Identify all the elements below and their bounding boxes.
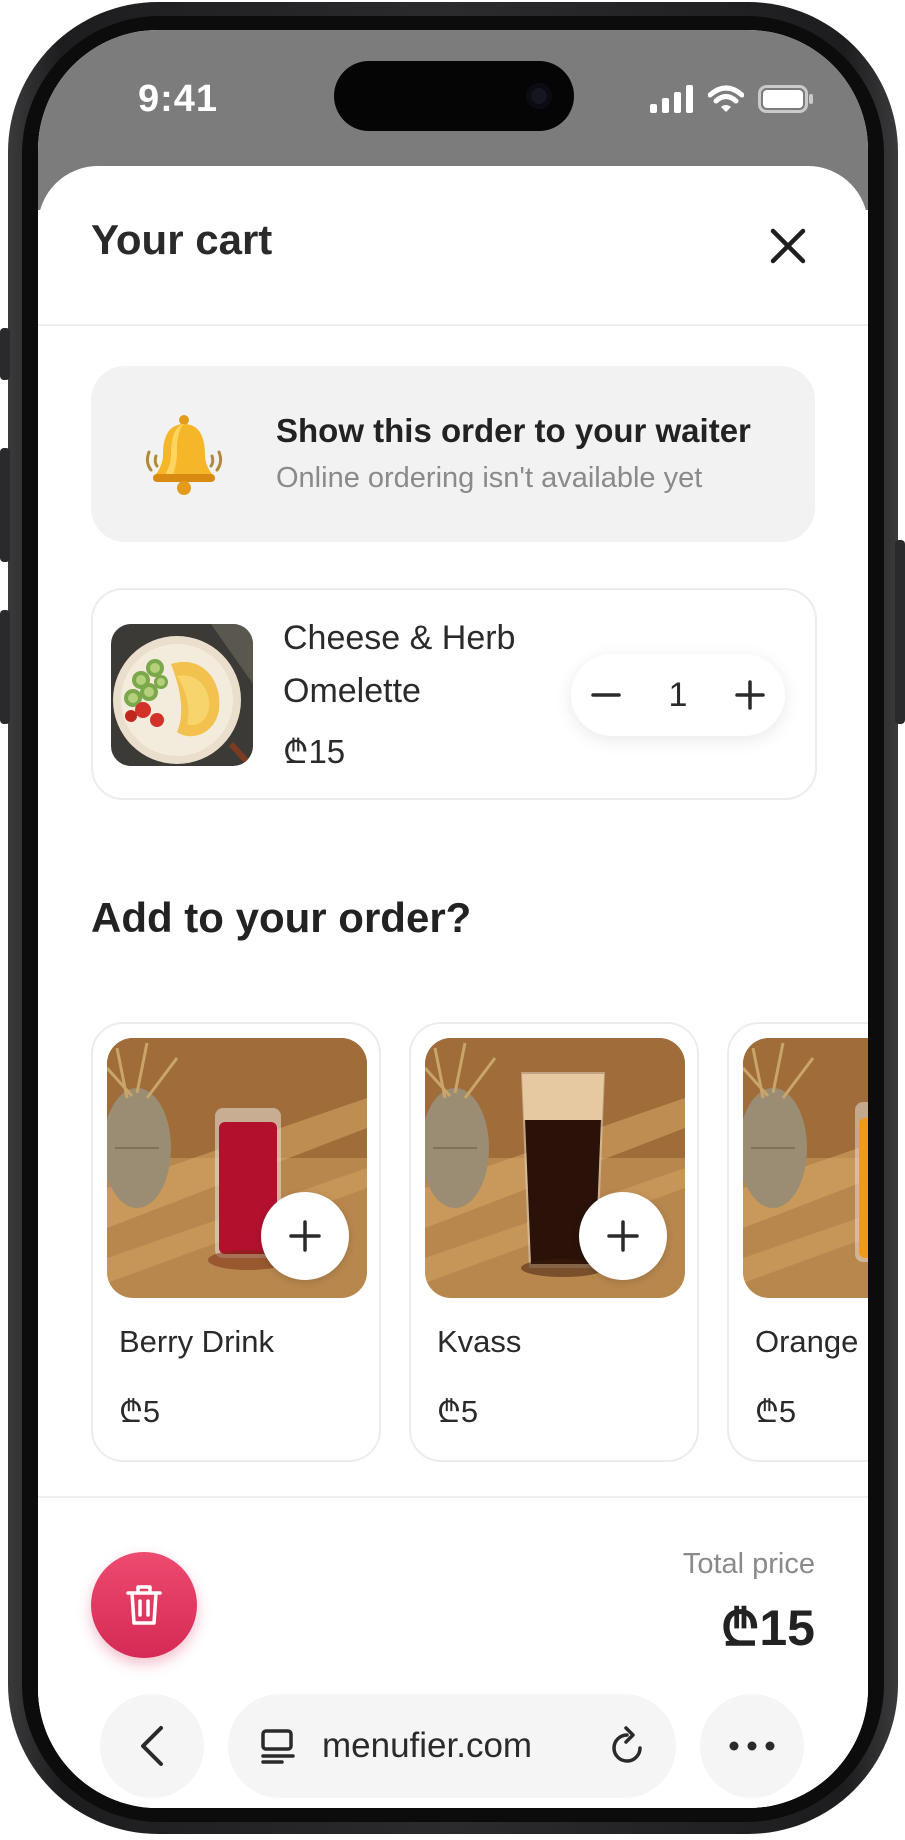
wifi-icon: [708, 85, 744, 112]
quantity-value: 1: [668, 676, 688, 714]
plus-icon: [735, 680, 765, 710]
footer-divider: [38, 1496, 868, 1498]
upsell-title: Add to your order?: [91, 894, 472, 941]
cart-header: Your cart: [38, 166, 868, 326]
action-button: [0, 328, 10, 380]
quantity-stepper: 1: [571, 654, 785, 736]
more-dots-icon: [729, 1741, 775, 1751]
cart-sheet: Your cart Show this order to your waiter…: [38, 166, 868, 1808]
waiter-notice: Show this order to your waiter Online or…: [91, 366, 815, 542]
volume-up-button: [0, 448, 10, 562]
upsell-card[interactable]: Kvass ₾5: [409, 1022, 699, 1462]
cart-item-price: ₾15: [283, 733, 346, 770]
battery-icon: [758, 85, 813, 113]
reload-icon[interactable]: [608, 1724, 648, 1768]
upsell-carousel[interactable]: Berry Drink ₾5 Kvass ₾5 Orange ₾5: [91, 1022, 868, 1464]
browser-more-button[interactable]: [700, 1694, 804, 1798]
dynamic-island: [334, 61, 574, 131]
volume-down-button: [0, 610, 10, 724]
chevron-left-icon: [141, 1726, 163, 1766]
plus-icon: [607, 1220, 639, 1252]
notice-title: Show this order to your waiter: [276, 412, 751, 449]
orange-photo: [743, 1038, 868, 1298]
upsell-item-name: Orange: [755, 1324, 859, 1359]
phone-screen: 9:41 Your cart Show this order to your w…: [38, 30, 868, 1808]
cart-title: Your cart: [91, 216, 273, 263]
browser-address-bar[interactable]: menufier.com: [228, 1694, 676, 1798]
bell-icon: [145, 415, 223, 495]
notice-subtitle: Online ordering isn't available yet: [276, 462, 703, 494]
cart-item: Cheese & Herb Omelette ₾15 1: [91, 588, 817, 800]
status-time: 9:41: [138, 78, 219, 120]
drink-liquid: [859, 1118, 868, 1258]
browser-url: menufier.com: [322, 1726, 533, 1765]
upsell-card[interactable]: Berry Drink ₾5: [91, 1022, 381, 1462]
upsell-item-price: ₾5: [437, 1394, 479, 1429]
upsell-item-name: Kvass: [437, 1324, 522, 1359]
decrease-quantity-button[interactable]: [571, 654, 641, 736]
berry-drink-photo: [107, 1038, 367, 1298]
total-price-label: Total price: [682, 1548, 815, 1580]
omelette-image: [111, 624, 253, 766]
upsell-card[interactable]: Orange ₾5: [727, 1022, 868, 1462]
front-camera-icon: [526, 83, 552, 109]
add-berry-drink-button[interactable]: [261, 1192, 349, 1280]
status-icons: [650, 82, 814, 116]
close-icon: [770, 228, 806, 264]
minus-icon: [591, 693, 621, 697]
increase-quantity-button[interactable]: [715, 654, 785, 736]
omelette-photo: [111, 624, 253, 766]
clear-cart-button[interactable]: [91, 1552, 197, 1658]
power-button: [895, 540, 905, 724]
upsell-item-price: ₾5: [119, 1394, 161, 1429]
phone-mockup: 9:41 Your cart Show this order to your w…: [0, 0, 905, 1840]
trash-icon: [126, 1585, 162, 1625]
upsell-item-name: Berry Drink: [119, 1324, 275, 1359]
browser-back-button[interactable]: [100, 1694, 204, 1798]
add-kvass-button[interactable]: [579, 1192, 667, 1280]
cellular-signal-icon: [650, 85, 693, 113]
page-menu-icon: [261, 1729, 295, 1764]
upsell-item-price: ₾5: [755, 1394, 797, 1429]
plus-icon: [289, 1220, 321, 1252]
browser-toolbar: menufier.com: [38, 1666, 868, 1808]
close-button[interactable]: [756, 214, 820, 278]
kvass-photo: [425, 1038, 685, 1298]
total-price-value: ₾15: [720, 1600, 815, 1656]
orange-image: [743, 1038, 868, 1298]
cart-item-name: Cheese & Herb Omelette: [283, 619, 516, 710]
